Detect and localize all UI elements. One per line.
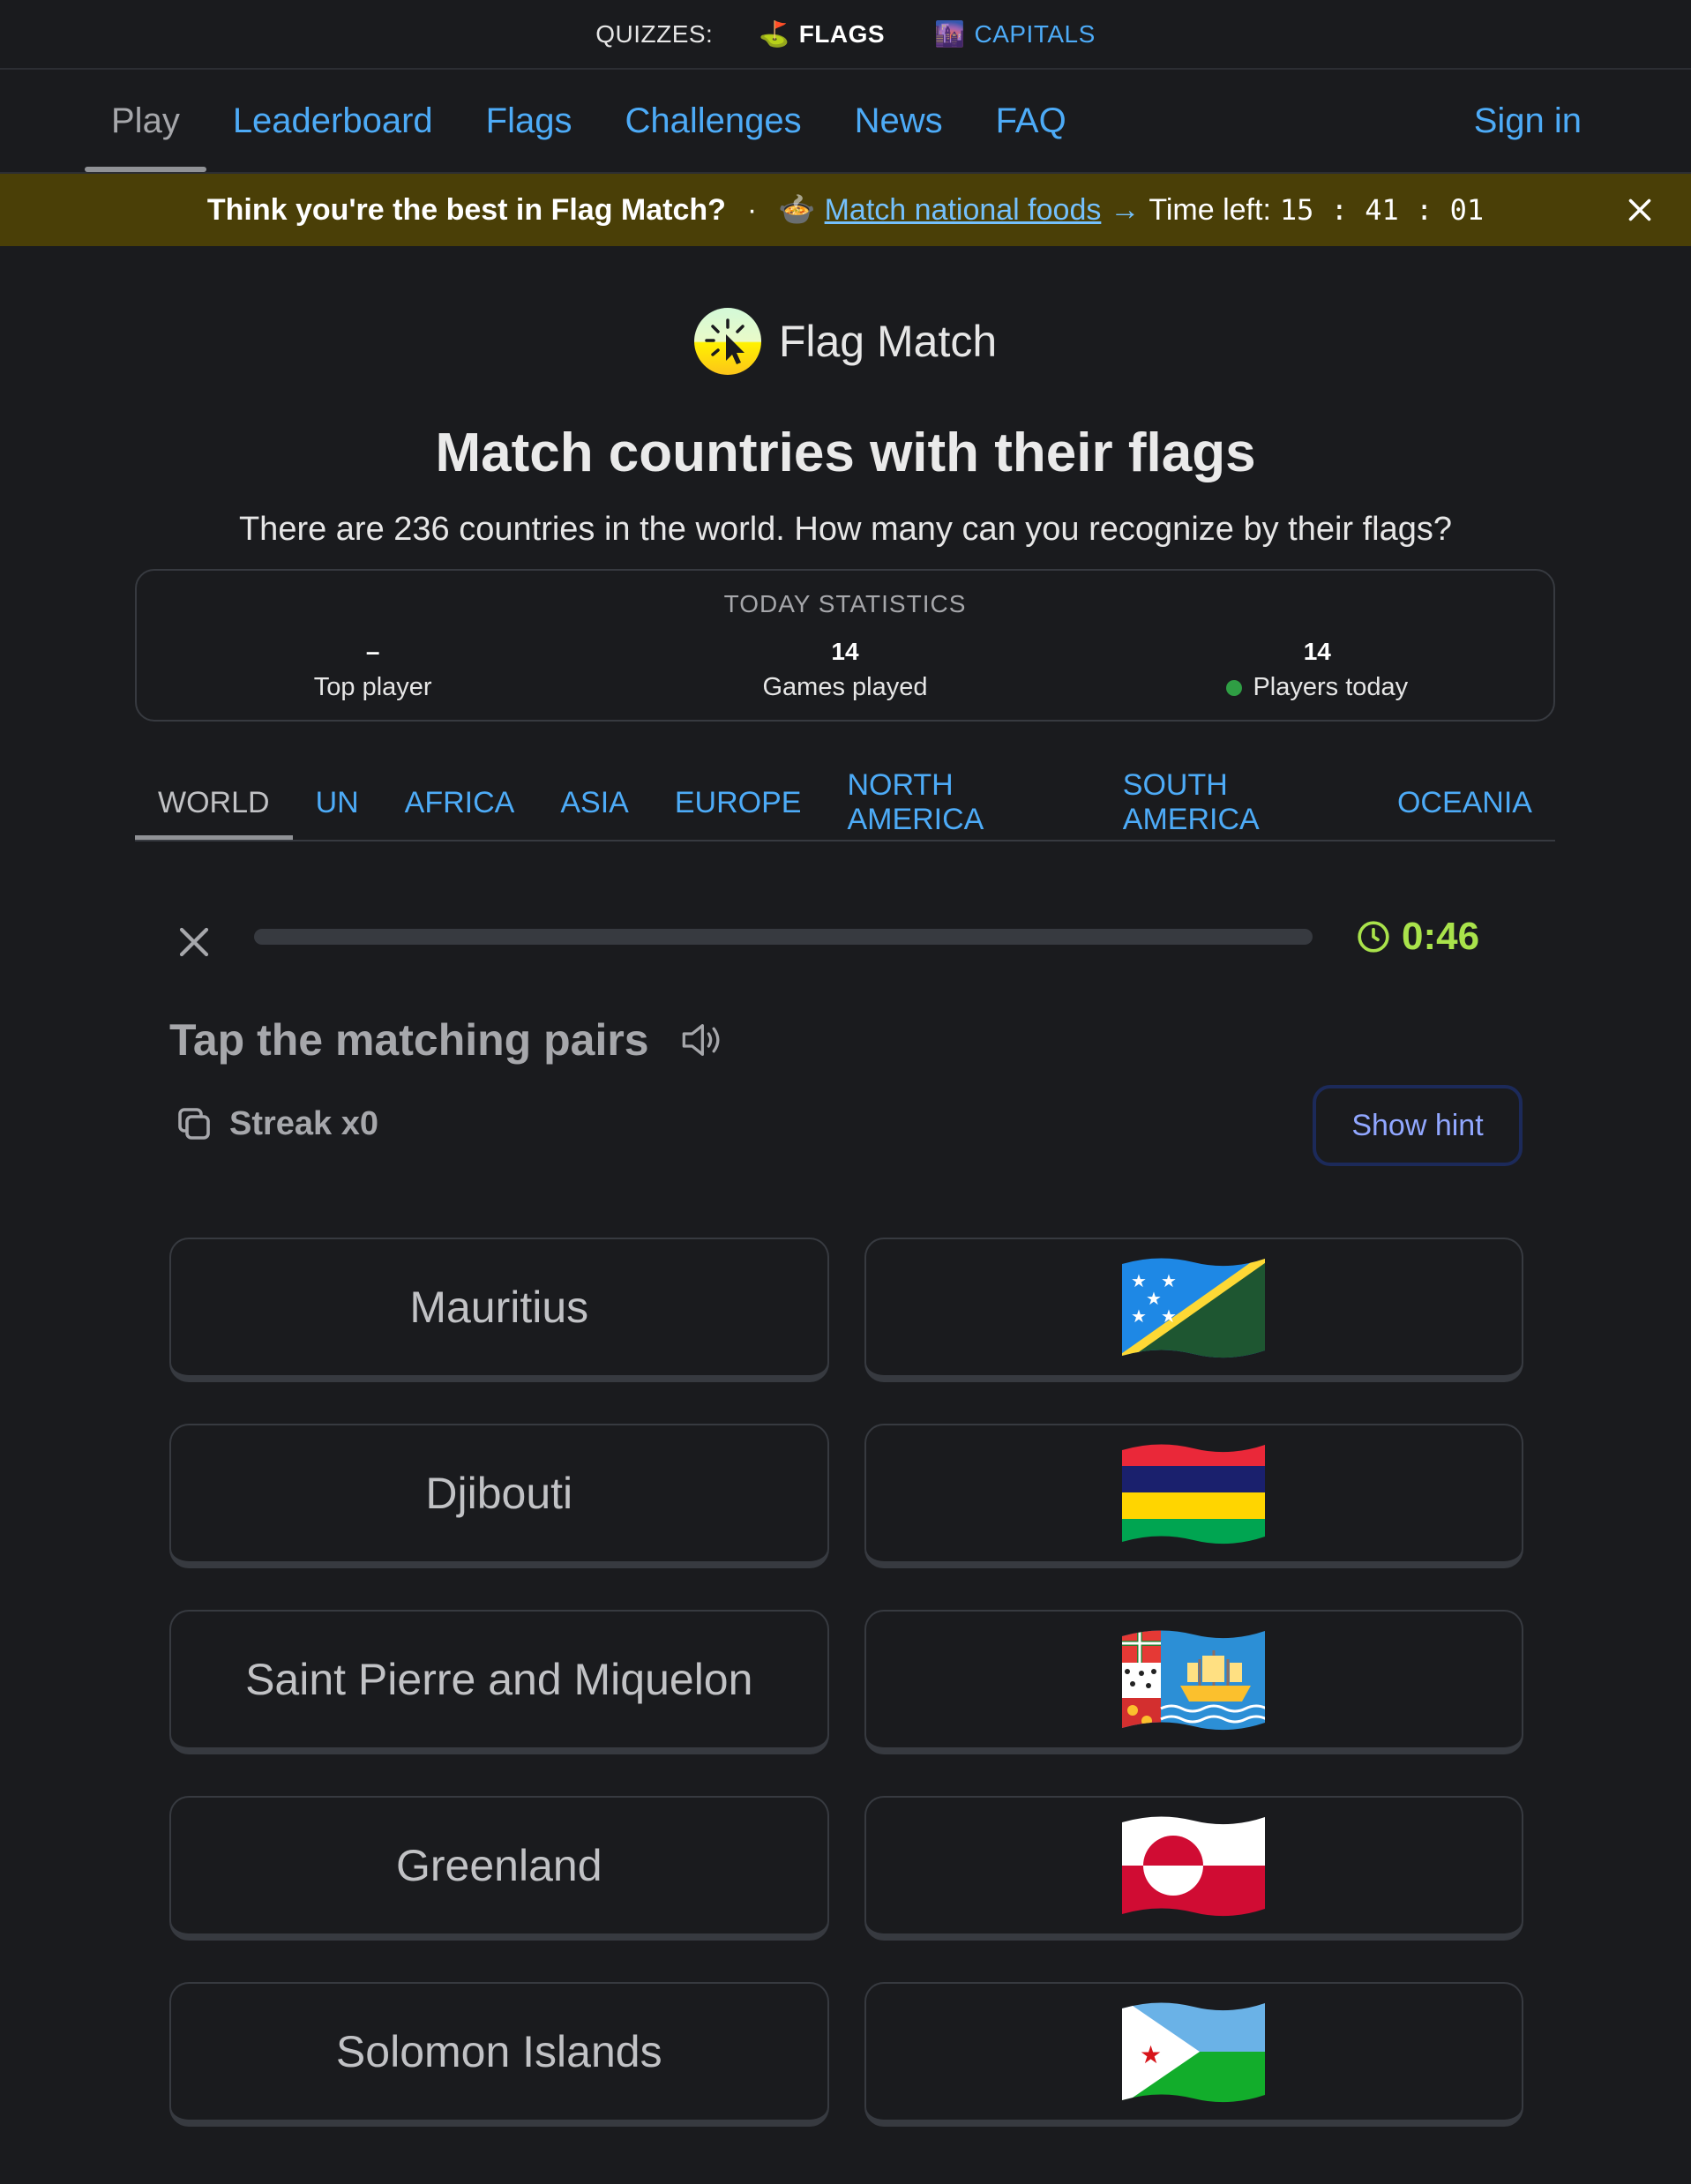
nav-faq[interactable]: FAQ xyxy=(969,70,1093,172)
nav-news[interactable]: News xyxy=(828,70,969,172)
svg-text:★: ★ xyxy=(1131,1270,1147,1291)
pair-row: Greenland xyxy=(169,1796,1523,1946)
online-dot-icon xyxy=(1226,679,1243,696)
food-bowl-icon: 🍲 xyxy=(778,193,816,227)
speaker-icon[interactable] xyxy=(676,1015,725,1065)
stat-label: Players today xyxy=(1253,673,1409,701)
solomon-islands-flag-icon: ★ ★ ★ ★ ★ xyxy=(1122,1258,1266,1358)
flag-card-mauritius[interactable] xyxy=(864,1424,1523,1568)
stat-value: 14 xyxy=(831,638,859,665)
city-dusk-icon: 🌆 xyxy=(934,20,966,48)
mauritius-flag-icon xyxy=(1122,1444,1266,1545)
stat-players-today: 14 Players today xyxy=(1083,638,1551,702)
page-subtitle: There are 236 countries in the world. Ho… xyxy=(238,511,1453,548)
pairs-grid: Mauritius ★ ★ ★ ★ ★ Djibouti Saint Pierr… xyxy=(169,1238,1523,2168)
stat-value: 14 xyxy=(1303,638,1331,665)
timer-value: 0:46 xyxy=(1402,915,1480,958)
svg-text:★: ★ xyxy=(1140,2040,1162,2069)
close-icon[interactable] xyxy=(169,917,219,967)
quizzes-label: QUIZZES: xyxy=(595,19,714,48)
tab-south-america[interactable]: SOUTH AMERICA xyxy=(1100,767,1374,838)
game-timer: 0:46 xyxy=(1356,909,1479,965)
flag-card-greenland[interactable] xyxy=(864,1796,1523,1941)
flag-card-djibouti[interactable]: ★ xyxy=(864,1982,1523,2127)
pair-row: Saint Pierre and Miquelon xyxy=(169,1610,1523,1760)
country-card-saint-pierre-and-miquelon[interactable]: Saint Pierre and Miquelon xyxy=(169,1610,829,1754)
svg-text:★: ★ xyxy=(1161,1270,1177,1291)
svg-text:★: ★ xyxy=(1131,1305,1147,1327)
brand-name: Flag Match xyxy=(778,317,998,366)
nav-play[interactable]: Play xyxy=(85,70,206,172)
flag-card-solomon-islands[interactable]: ★ ★ ★ ★ ★ xyxy=(864,1238,1523,1382)
nav-flags[interactable]: Flags xyxy=(460,70,599,172)
match-national-foods-link[interactable]: Match national foods xyxy=(825,193,1102,228)
today-statistics: TODAY STATISTICS – Top player 14 Games p… xyxy=(135,569,1555,722)
svg-text:★: ★ xyxy=(1161,1305,1177,1327)
region-tabs: WORLD UN AFRICA ASIA EUROPE NORTH AMERIC… xyxy=(135,767,1555,841)
stat-games-played: 14 Games played xyxy=(611,638,1079,702)
arrow-right-icon: → xyxy=(1110,192,1141,227)
streak-text: Streak x0 xyxy=(229,1104,379,1142)
stats-title: TODAY STATISTICS xyxy=(723,590,967,617)
pair-row: Djibouti xyxy=(169,1424,1523,1574)
close-icon[interactable] xyxy=(1624,194,1656,226)
nav-challenges[interactable]: Challenges xyxy=(598,70,827,172)
quiz-switcher: QUIZZES: ⛳ FLAGS 🌆 CAPITALS xyxy=(0,0,1691,70)
banner-separator: · xyxy=(746,192,758,227)
pair-row: Mauritius ★ ★ ★ ★ ★ xyxy=(169,1238,1523,1387)
banner-lead: Think you're the best in Flag Match? xyxy=(206,192,726,227)
pair-row: Solomon Islands ★ xyxy=(169,1982,1523,2132)
country-card-greenland[interactable]: Greenland xyxy=(169,1796,829,1941)
game-header: 0:46 xyxy=(169,909,1528,961)
stat-label: Top player xyxy=(313,673,432,701)
flag-match-logo xyxy=(693,308,761,375)
quiz-flags-link[interactable]: ⛳ FLAGS xyxy=(759,19,885,49)
sign-in-link[interactable]: Sign in xyxy=(1474,70,1582,172)
flag-card-saint-pierre-and-miquelon[interactable] xyxy=(864,1610,1523,1754)
svg-text:★: ★ xyxy=(1146,1288,1162,1309)
instruction-text: Tap the matching pairs xyxy=(169,1015,649,1065)
country-card-solomon-islands[interactable]: Solomon Islands xyxy=(169,1982,829,2127)
tab-oceania[interactable]: OCEANIA xyxy=(1374,767,1555,838)
greenland-flag-icon xyxy=(1122,1816,1266,1917)
clock-icon xyxy=(1358,921,1389,953)
saint-pierre-and-miquelon-flag-icon xyxy=(1122,1630,1266,1731)
game-progress-bar xyxy=(254,929,1313,945)
country-card-mauritius[interactable]: Mauritius xyxy=(169,1238,829,1382)
tab-north-america[interactable]: NORTH AMERICA xyxy=(824,767,1099,838)
tab-un[interactable]: UN xyxy=(293,767,382,838)
stat-value: – xyxy=(365,638,380,665)
quiz-flags-label: FLAGS xyxy=(798,19,886,48)
challenge-banner: Think you're the best in Flag Match? · 🍲… xyxy=(0,174,1691,246)
streak-counter: Streak x0 xyxy=(173,1103,378,1145)
instructions: Tap the matching pairs xyxy=(169,1014,725,1066)
golf-flag-icon: ⛳ xyxy=(759,20,790,48)
hero: Flag Match Match countries with their fl… xyxy=(0,246,1691,549)
brand: Flag Match xyxy=(693,308,998,375)
country-card-djibouti[interactable]: Djibouti xyxy=(169,1424,829,1568)
copy-icon xyxy=(178,1108,210,1140)
stat-top-player: – Top player xyxy=(139,638,607,702)
page-title: Match countries with their flags xyxy=(435,423,1256,483)
tab-africa[interactable]: AFRICA xyxy=(382,767,538,838)
nav-leaderboard[interactable]: Leaderboard xyxy=(206,70,460,172)
tab-europe[interactable]: EUROPE xyxy=(652,767,825,838)
djibouti-flag-icon: ★ xyxy=(1122,2002,1266,2103)
tab-world[interactable]: WORLD xyxy=(135,767,293,840)
show-hint-button[interactable]: Show hint xyxy=(1313,1085,1523,1166)
quiz-capitals-link[interactable]: 🌆 CAPITALS xyxy=(934,19,1096,49)
tab-asia[interactable]: ASIA xyxy=(537,767,651,838)
time-left-value: 15 : 41 : 01 xyxy=(1279,193,1485,227)
quiz-capitals-label: CAPITALS xyxy=(974,19,1096,48)
time-left-label: Time left: xyxy=(1149,192,1271,227)
stat-label: Games played xyxy=(762,673,928,701)
main-nav: Play Leaderboard Flags Challenges News F… xyxy=(0,70,1691,174)
